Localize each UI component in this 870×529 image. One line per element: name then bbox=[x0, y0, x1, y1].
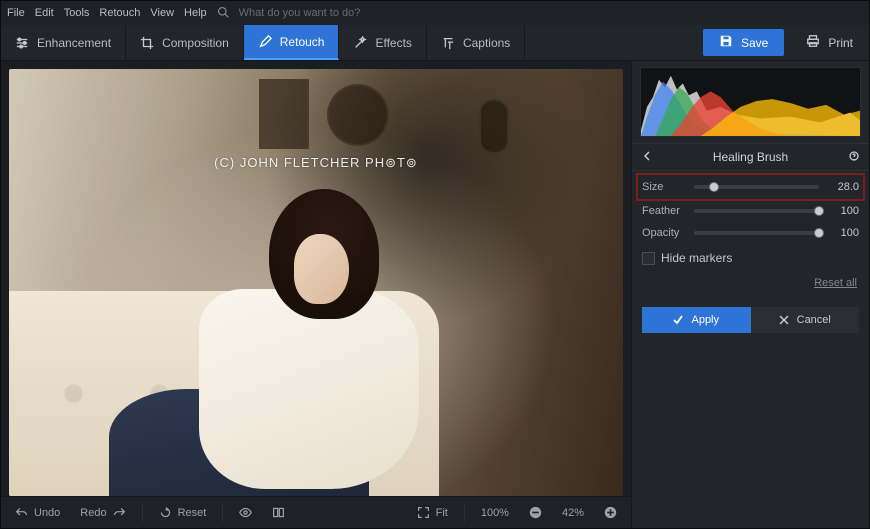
redo-button[interactable]: Redo bbox=[74, 503, 131, 522]
bottom-bar: Undo Redo Reset bbox=[1, 496, 631, 528]
sliders-icon bbox=[15, 36, 29, 50]
canvas[interactable]: (C) JOHN FLETCHER PH⊚T⊚ bbox=[1, 61, 631, 496]
watermark: (C) JOHN FLETCHER PH⊚T⊚ bbox=[214, 155, 418, 171]
tab-label: Retouch bbox=[280, 35, 325, 49]
fit-label: Fit bbox=[436, 507, 448, 519]
feather-thumb[interactable] bbox=[814, 206, 824, 216]
tab-captions[interactable]: Captions bbox=[427, 25, 525, 60]
save-label: Save bbox=[741, 36, 768, 50]
print-label: Print bbox=[828, 36, 853, 50]
back-button[interactable] bbox=[642, 150, 652, 164]
hide-markers-row[interactable]: Hide markers bbox=[642, 251, 859, 265]
reset-all-link[interactable]: Reset all bbox=[642, 275, 859, 295]
panel-actions: Apply Cancel bbox=[642, 307, 859, 333]
search-input[interactable] bbox=[239, 7, 419, 19]
tab-toolbar: Enhancement Composition Retouch Effects … bbox=[1, 25, 869, 61]
cancel-label: Cancel bbox=[797, 314, 831, 326]
menu-view[interactable]: View bbox=[150, 7, 174, 19]
size-slider-row: Size 28.0 bbox=[642, 179, 859, 195]
zoom-in-button[interactable] bbox=[598, 503, 623, 522]
apply-button[interactable]: Apply bbox=[642, 307, 751, 333]
panel-body: Size 28.0 Feather 100 Opacity 100 Hide m… bbox=[632, 171, 869, 341]
apply-label: Apply bbox=[691, 314, 719, 326]
print-button[interactable]: Print bbox=[790, 25, 869, 60]
size-value: 28.0 bbox=[827, 181, 859, 193]
opacity-slider-row: Opacity 100 bbox=[642, 227, 859, 239]
help-button[interactable] bbox=[849, 150, 859, 164]
tab-label: Composition bbox=[162, 36, 229, 50]
tab-enhancement[interactable]: Enhancement bbox=[1, 25, 126, 60]
feather-value: 100 bbox=[827, 205, 859, 217]
zoom-out-button[interactable] bbox=[523, 503, 548, 522]
menu-retouch[interactable]: Retouch bbox=[99, 7, 140, 19]
preview-toggle[interactable] bbox=[233, 503, 258, 522]
opacity-slider[interactable] bbox=[694, 231, 819, 235]
hide-markers-checkbox[interactable] bbox=[642, 252, 655, 265]
tab-retouch[interactable]: Retouch bbox=[244, 25, 340, 60]
side-panel: Healing Brush Size 28.0 Feather 100 Opac… bbox=[631, 61, 869, 528]
zoom-value[interactable]: 42% bbox=[556, 504, 590, 522]
canvas-column: (C) JOHN FLETCHER PH⊚T⊚ Undo Redo Reset bbox=[1, 61, 631, 528]
redo-label: Redo bbox=[80, 507, 106, 519]
feather-label: Feather bbox=[642, 205, 686, 217]
size-label: Size bbox=[642, 181, 686, 193]
fit-button[interactable]: Fit bbox=[411, 503, 454, 522]
reset-button[interactable]: Reset bbox=[153, 503, 213, 522]
crop-icon bbox=[140, 36, 154, 50]
undo-button[interactable]: Undo bbox=[9, 503, 66, 522]
histogram[interactable] bbox=[640, 67, 861, 137]
app-window: File Edit Tools Retouch View Help Enhanc… bbox=[0, 0, 870, 529]
opacity-thumb[interactable] bbox=[814, 228, 824, 238]
save-icon bbox=[719, 34, 733, 51]
print-icon bbox=[806, 34, 820, 51]
wand-icon bbox=[353, 36, 367, 50]
panel-header: Healing Brush bbox=[632, 143, 869, 171]
brush-icon bbox=[258, 35, 272, 49]
undo-label: Undo bbox=[34, 507, 60, 519]
opacity-value: 100 bbox=[827, 227, 859, 239]
cancel-button[interactable]: Cancel bbox=[751, 307, 860, 333]
opacity-label: Opacity bbox=[642, 227, 686, 239]
menubar: File Edit Tools Retouch View Help bbox=[1, 1, 869, 25]
menu-tools[interactable]: Tools bbox=[64, 7, 90, 19]
tab-composition[interactable]: Composition bbox=[126, 25, 244, 60]
tab-label: Captions bbox=[463, 36, 510, 50]
feather-slider-row: Feather 100 bbox=[642, 205, 859, 217]
text-icon bbox=[441, 36, 455, 50]
menu-edit[interactable]: Edit bbox=[35, 7, 54, 19]
tab-label: Effects bbox=[375, 36, 411, 50]
main-row: (C) JOHN FLETCHER PH⊚T⊚ Undo Redo Reset bbox=[1, 61, 869, 528]
photo: (C) JOHN FLETCHER PH⊚T⊚ bbox=[9, 69, 623, 496]
hide-markers-label: Hide markers bbox=[661, 251, 732, 265]
size-thumb[interactable] bbox=[709, 182, 719, 192]
tab-label: Enhancement bbox=[37, 36, 111, 50]
tab-effects[interactable]: Effects bbox=[339, 25, 426, 60]
feather-slider[interactable] bbox=[694, 209, 819, 213]
zoom-100-button[interactable]: 100% bbox=[475, 504, 515, 522]
menu-help[interactable]: Help bbox=[184, 7, 207, 19]
search-icon bbox=[217, 6, 229, 21]
menu-file[interactable]: File bbox=[7, 7, 25, 19]
size-slider[interactable] bbox=[694, 185, 819, 189]
compare-toggle[interactable] bbox=[266, 503, 291, 522]
save-button[interactable]: Save bbox=[703, 29, 784, 56]
panel-title: Healing Brush bbox=[713, 150, 788, 164]
reset-label: Reset bbox=[178, 507, 207, 519]
person bbox=[129, 209, 429, 496]
